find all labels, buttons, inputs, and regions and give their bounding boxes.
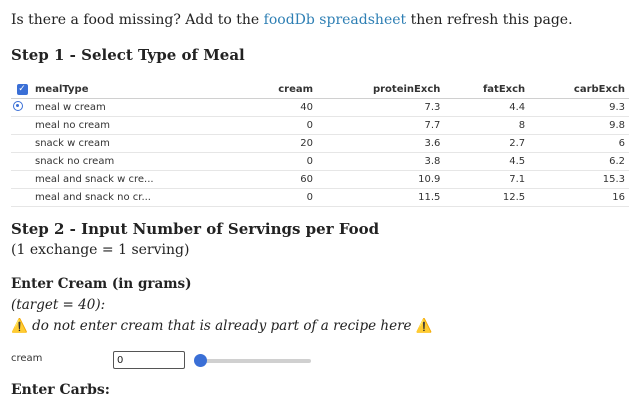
intro-suffix: then refresh this page.	[406, 12, 573, 28]
table-row[interactable]: snack w cream 20 3.6 2.7 6	[11, 134, 629, 153]
cell-mealtype: meal and snack no cr...	[31, 188, 245, 207]
cell-cream: 20	[244, 134, 318, 153]
cream-target-text: (target = 40)	[11, 297, 101, 313]
table-row[interactable]: meal no cream 0 7.7 8 9.8	[11, 116, 629, 135]
warning-icon: ⚠️	[11, 318, 28, 334]
column-header-mealtype[interactable]: mealType	[31, 80, 245, 99]
cell-proteinexch: 10.9	[317, 170, 445, 189]
cell-proteinexch: 7.3	[317, 98, 445, 117]
cell-cream: 60	[244, 170, 318, 189]
step1-heading: Step 1 - Select Type of Meal	[11, 46, 245, 64]
cell-carbexch: 6	[529, 134, 629, 153]
column-header-proteinexch[interactable]: proteinExch	[317, 80, 445, 99]
table-row[interactable]: snack no cream 0 3.8 4.5 6.2	[11, 152, 629, 171]
cell-mealtype: meal no cream	[31, 116, 245, 135]
column-header-cream[interactable]: cream	[244, 80, 318, 99]
column-header-carbexch[interactable]: carbExch	[529, 80, 629, 99]
cell-fatexch: 2.7	[444, 134, 530, 153]
cell-fatexch: 4.5	[444, 152, 530, 171]
cream-input[interactable]	[113, 351, 185, 369]
select-all-cell[interactable]: ✓	[11, 80, 31, 99]
cell-fatexch: 8	[444, 116, 530, 135]
cell-carbexch: 9.8	[529, 116, 629, 135]
step2-subtitle: (1 exchange = 1 serving)	[11, 242, 190, 258]
warning-icon: ⚠️	[415, 318, 433, 334]
cream-slider-thumb[interactable]	[194, 354, 207, 367]
cream-slider-track[interactable]	[196, 359, 311, 363]
cell-fatexch: 7.1	[444, 170, 530, 189]
cream-input-row: cream	[11, 351, 331, 369]
cell-carbexch: 16	[529, 188, 629, 207]
cell-carbexch: 15.3	[529, 170, 629, 189]
cell-mealtype: snack no cream	[31, 152, 245, 171]
table-row[interactable]: meal w cream 40 7.3 4.4 9.3	[11, 98, 629, 117]
cream-warning-text: do not enter cream that is already part …	[27, 318, 416, 334]
cell-cream: 40	[244, 98, 318, 117]
meal-type-table: ✓ mealType cream proteinExch fatExch car…	[11, 80, 629, 207]
cell-fatexch: 4.4	[444, 98, 530, 117]
fooddb-spreadsheet-link[interactable]: foodDb spreadsheet	[264, 12, 406, 28]
table-header-row: ✓ mealType cream proteinExch fatExch car…	[11, 80, 629, 99]
column-header-fatexch[interactable]: fatExch	[444, 80, 530, 99]
cell-mealtype: meal w cream	[31, 98, 245, 117]
cell-fatexch: 12.5	[444, 188, 530, 207]
cell-cream: 0	[244, 116, 318, 135]
step2-heading: Step 2 - Input Number of Servings per Fo…	[11, 220, 380, 238]
cream-warning: ⚠️ do not enter cream that is already pa…	[11, 318, 433, 334]
cream-label: cream	[11, 353, 43, 364]
cell-proteinexch: 3.8	[317, 152, 445, 171]
cell-proteinexch: 7.7	[317, 116, 445, 135]
cell-carbexch: 9.3	[529, 98, 629, 117]
intro-prefix: Is there a food missing? Add to the	[11, 12, 264, 28]
cream-target: (target = 40):	[11, 297, 106, 313]
select-all-checkbox-icon[interactable]: ✓	[16, 84, 28, 95]
cream-heading: Enter Cream (in grams)	[11, 276, 192, 292]
cell-cream: 0	[244, 188, 318, 207]
cell-proteinexch: 3.6	[317, 134, 445, 153]
table-row[interactable]: meal and snack w cre... 60 10.9 7.1 15.3	[11, 170, 629, 189]
cell-cream: 0	[244, 152, 318, 171]
cell-proteinexch: 11.5	[317, 188, 445, 207]
carbs-heading: Enter Carbs:	[11, 382, 110, 398]
intro-text: Is there a food missing? Add to the food…	[11, 12, 573, 28]
cell-mealtype: snack w cream	[31, 134, 245, 153]
row-radio-selected-icon[interactable]	[13, 101, 23, 111]
cell-mealtype: meal and snack w cre...	[31, 170, 245, 189]
cell-carbexch: 6.2	[529, 152, 629, 171]
table-row[interactable]: meal and snack no cr... 0 11.5 12.5 16	[11, 188, 629, 207]
